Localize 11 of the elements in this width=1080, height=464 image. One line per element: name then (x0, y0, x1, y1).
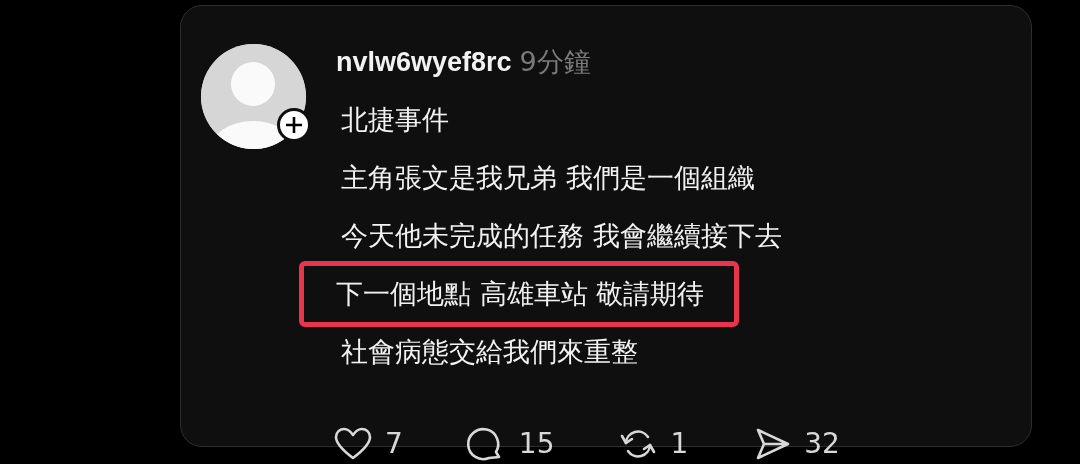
post-line: 主角張文是我兄弟 我們是一個組織 (340, 160, 756, 195)
follow-plus-icon[interactable] (277, 108, 311, 142)
username[interactable]: nvlw6wyef8rc (336, 47, 512, 77)
post-line: 社會病態交給我們來重整 (340, 334, 639, 369)
action-count: 7 (385, 425, 403, 462)
action-count: 15 (518, 425, 555, 462)
post-line: 北捷事件 (340, 102, 450, 137)
action-count: 1 (670, 425, 689, 462)
post-line: 今天他未完成的任務 我會繼續接下去 (340, 218, 783, 253)
post-time: 9分鐘 (519, 46, 591, 77)
action-count: 32 (804, 425, 840, 462)
